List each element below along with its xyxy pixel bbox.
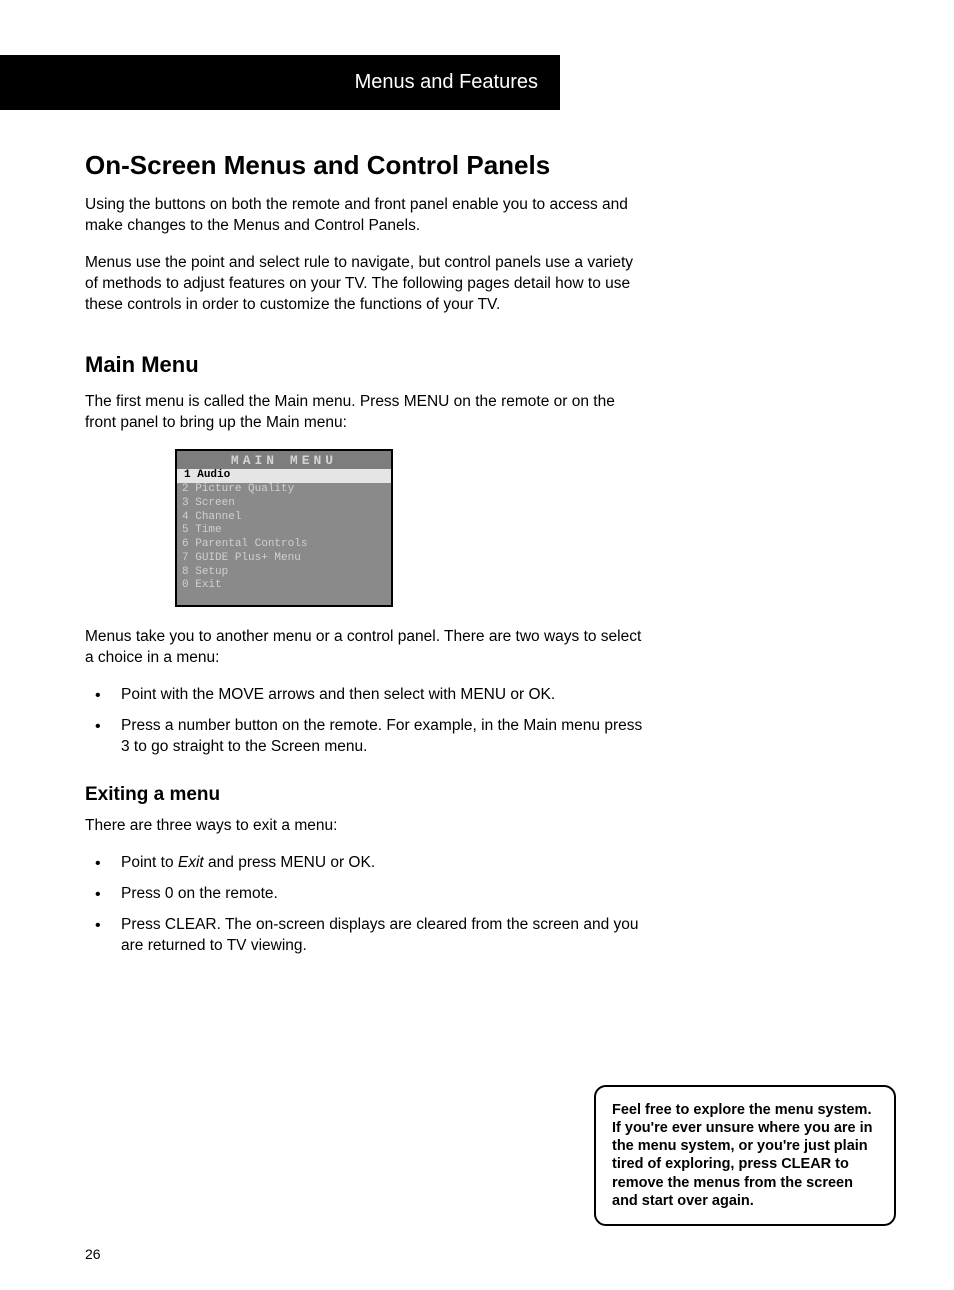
tip-callout-box: Feel free to explore the menu system. If… bbox=[594, 1085, 896, 1226]
osd-title: MAIN MENU bbox=[177, 451, 391, 469]
bullet-list: Point with the MOVE arrows and then sele… bbox=[85, 685, 645, 758]
bullet-list: Point to Exit and press MENU or OK. Pres… bbox=[85, 853, 645, 957]
osd-item-exit: 0 Exit bbox=[177, 579, 391, 593]
osd-main-menu: MAIN MENU 1 Audio 2 Picture Quality 3 Sc… bbox=[175, 449, 393, 607]
paragraph: There are three ways to exit a menu: bbox=[85, 816, 645, 837]
page-content: On-Screen Menus and Control Panels Using… bbox=[0, 110, 954, 956]
section-heading-onscreen: On-Screen Menus and Control Panels bbox=[85, 150, 754, 181]
paragraph: The first menu is called the Main menu. … bbox=[85, 392, 645, 434]
osd-item-time: 5 Time bbox=[177, 524, 391, 538]
chapter-header-bar: Menus and Features bbox=[0, 55, 560, 110]
page-number: 26 bbox=[85, 1246, 101, 1262]
osd-item-picture-quality: 2 Picture Quality bbox=[177, 483, 391, 497]
paragraph: Using the buttons on both the remote and… bbox=[85, 195, 645, 237]
bullet-item: Point with the MOVE arrows and then sele… bbox=[85, 685, 645, 706]
osd-item-parental: 6 Parental Controls bbox=[177, 538, 391, 552]
osd-item-screen: 3 Screen bbox=[177, 497, 391, 511]
osd-item-guide: 7 GUIDE Plus+ Menu bbox=[177, 552, 391, 566]
paragraph: Menus take you to another menu or a cont… bbox=[85, 627, 645, 669]
osd-item-channel: 4 Channel bbox=[177, 511, 391, 525]
bullet-item: Point to Exit and press MENU or OK. bbox=[85, 853, 645, 874]
bullet-item: Press CLEAR. The on-screen displays are … bbox=[85, 915, 645, 957]
osd-item-audio: 1 Audio bbox=[175, 469, 393, 483]
tip-text: Feel free to explore the menu system. If… bbox=[612, 1102, 873, 1209]
bullet-item: Press 0 on the remote. bbox=[85, 884, 645, 905]
bullet-item: Press a number button on the remote. For… bbox=[85, 716, 645, 758]
osd-item-setup: 8 Setup bbox=[177, 566, 391, 580]
section-heading-exiting: Exiting a menu bbox=[85, 784, 754, 806]
chapter-title: Menus and Features bbox=[355, 71, 538, 94]
paragraph: Menus use the point and select rule to n… bbox=[85, 253, 645, 316]
section-heading-mainmenu: Main Menu bbox=[85, 352, 754, 378]
